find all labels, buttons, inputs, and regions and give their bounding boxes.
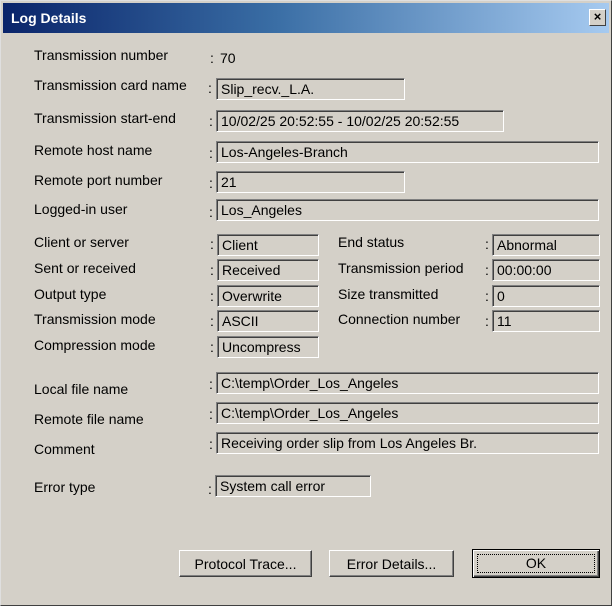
log-details-dialog: Log Details × Transmission number : 70 T… [0, 0, 612, 606]
transmission-period-field: 00:00:00 [492, 259, 600, 281]
compression-mode-colon: : [210, 339, 214, 355]
size-transmitted-label: Size transmitted [338, 286, 439, 302]
start-end-field: 10/02/25 20:52:55 - 10/02/25 20:52:55 [216, 110, 504, 132]
card-name-field: Slip_recv._L.A. [216, 78, 405, 100]
comment-field: Receiving order slip from Los Angeles Br… [216, 432, 599, 454]
error-type-colon: : [208, 481, 212, 497]
remote-host-label: Remote host name [34, 142, 153, 158]
ok-button[interactable]: OK [472, 549, 600, 578]
output-type-label: Output type [34, 286, 107, 302]
error-type-label: Error type [34, 479, 96, 495]
local-file-colon: : [209, 376, 213, 392]
output-type-colon: : [210, 288, 214, 304]
client-server-colon: : [210, 236, 214, 252]
transmission-mode-label: Transmission mode [34, 311, 156, 327]
close-button[interactable]: × [589, 9, 606, 26]
connection-number-field: 11 [492, 310, 600, 332]
start-end-label: Transmission start-end [34, 110, 176, 126]
error-details-button[interactable]: Error Details... [329, 550, 454, 577]
error-type-field: System call error [215, 475, 371, 497]
window-title: Log Details [11, 10, 87, 26]
card-name-label: Transmission card name [34, 77, 187, 93]
remote-file-colon: : [209, 406, 213, 422]
logged-user-colon: : [209, 204, 213, 220]
output-type-field: Overwrite [217, 285, 319, 307]
sent-received-colon: : [210, 262, 214, 278]
size-transmitted-field: 0 [492, 285, 600, 307]
remote-host-colon: : [209, 145, 213, 161]
size-transmitted-colon: : [485, 288, 489, 304]
sent-received-field: Received [217, 259, 319, 281]
remote-host-field: Los-Angeles-Branch [216, 141, 599, 163]
client-server-label: Client or server [34, 234, 129, 250]
remote-port-field: 21 [216, 171, 405, 193]
connection-number-colon: : [485, 313, 489, 329]
focus-rect [477, 554, 595, 573]
remote-port-label: Remote port number [34, 172, 163, 188]
card-name-colon: : [208, 80, 212, 96]
sent-received-label: Sent or received [34, 260, 136, 276]
transmission-mode-colon: : [210, 313, 214, 329]
compression-mode-label: Compression mode [34, 337, 156, 353]
remote-port-colon: : [209, 175, 213, 191]
remote-file-field: C:\temp\Order_Los_Angeles [216, 402, 599, 424]
start-end-colon: : [209, 113, 213, 129]
close-icon: × [593, 9, 602, 24]
transmission-number-colon: : [210, 50, 214, 66]
local-file-label: Local file name [34, 381, 129, 397]
remote-file-label: Remote file name [34, 411, 144, 427]
connection-number-label: Connection number [338, 311, 461, 327]
transmission-mode-field: ASCII [217, 310, 319, 332]
transmission-number-value: 70 [220, 50, 236, 66]
comment-colon: : [209, 436, 213, 452]
logged-user-field: Los_Angeles [216, 199, 599, 221]
comment-label: Comment [34, 441, 95, 457]
client-server-field: Client [217, 234, 319, 256]
transmission-period-label: Transmission period [338, 260, 464, 276]
local-file-field: C:\temp\Order_Los_Angeles [216, 372, 599, 394]
protocol-trace-button[interactable]: Protocol Trace... [179, 550, 312, 577]
transmission-number-label: Transmission number [34, 47, 169, 63]
logged-user-label: Logged-in user [34, 201, 128, 217]
title-bar: Log Details × [3, 3, 609, 33]
compression-mode-field: Uncompress [217, 336, 319, 358]
transmission-period-colon: : [485, 262, 489, 278]
end-status-label: End status [338, 234, 405, 250]
end-status-colon: : [485, 236, 489, 252]
end-status-field: Abnormal [492, 234, 600, 256]
